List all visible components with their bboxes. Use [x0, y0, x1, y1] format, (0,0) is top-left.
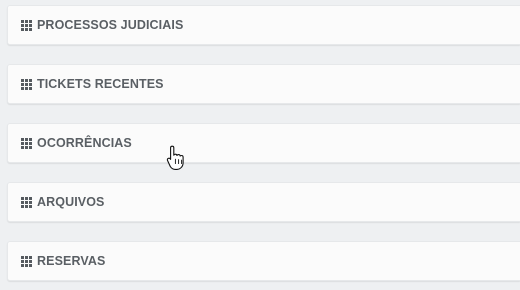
grid-icon[interactable]: [21, 78, 32, 90]
panel-processos-judiciais[interactable]: PROCESSOS JUDICIAIS: [7, 5, 520, 45]
grid-icon[interactable]: [21, 255, 32, 267]
panel-title: TICKETS RECENTES: [37, 77, 164, 91]
panel-title: OCORRÊNCIAS: [37, 136, 132, 150]
grid-icon[interactable]: [21, 137, 32, 149]
panel-title: RESERVAS: [37, 254, 106, 268]
panel-title: PROCESSOS JUDICIAIS: [37, 18, 184, 32]
grid-icon[interactable]: [21, 19, 32, 31]
panel-arquivos[interactable]: ARQUIVOS: [7, 182, 520, 222]
grid-icon[interactable]: [21, 196, 32, 208]
panel-tickets-recentes[interactable]: TICKETS RECENTES: [7, 64, 520, 104]
panel-title: ARQUIVOS: [37, 195, 105, 209]
panel-ocorrencias[interactable]: OCORRÊNCIAS: [7, 123, 520, 163]
dashboard-panel-list: PROCESSOS JUDICIAIS TICKETS RECENTES OCO…: [7, 5, 520, 281]
panel-reservas[interactable]: RESERVAS: [7, 241, 520, 281]
